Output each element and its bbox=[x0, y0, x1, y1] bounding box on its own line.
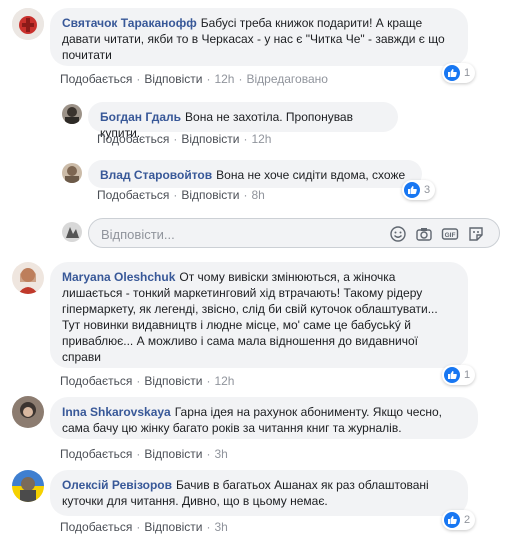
author-name[interactable]: Олексій Ревізоров bbox=[62, 478, 172, 492]
timestamp[interactable]: 3h bbox=[214, 520, 227, 534]
avatar[interactable] bbox=[12, 8, 44, 40]
comment-bubble: Maryana Oleshchuk От чому вивіски змінюют… bbox=[50, 262, 468, 368]
like-icon bbox=[444, 512, 460, 528]
avatar-image bbox=[62, 163, 82, 183]
edited-label[interactable]: Відредаговано bbox=[246, 72, 327, 86]
reaction-count[interactable]: 2 bbox=[442, 510, 476, 530]
reaction-number: 2 bbox=[464, 514, 471, 526]
avatar-image bbox=[12, 396, 44, 428]
timestamp[interactable]: 12h bbox=[214, 72, 234, 86]
timestamp[interactable]: 8h bbox=[251, 188, 264, 202]
like-link[interactable]: Подобається bbox=[97, 188, 169, 202]
reaction-count[interactable]: 1 bbox=[442, 365, 476, 385]
like-link[interactable]: Подобається bbox=[60, 374, 132, 388]
author-name[interactable]: Maryana Oleshchuk bbox=[62, 270, 175, 284]
avatar[interactable] bbox=[12, 262, 44, 294]
timestamp[interactable]: 12h bbox=[214, 374, 234, 388]
comment-bubble: Святачок Тараканофф Бабусі треба книжок п… bbox=[50, 8, 468, 66]
avatar-image bbox=[12, 8, 44, 40]
like-link[interactable]: Подобається bbox=[60, 72, 132, 86]
avatar-image bbox=[62, 104, 82, 124]
comment-actions: Подобається · Відповісти · 12h bbox=[60, 374, 235, 388]
author-name[interactable]: Влад Старовойтов bbox=[100, 168, 212, 182]
comment-actions: Подобається · Відповісти · 3h bbox=[60, 520, 228, 534]
timestamp[interactable]: 12h bbox=[251, 132, 271, 146]
comment-bubble: Влад Старовойтов Вона не хоче сидіти вдом… bbox=[88, 160, 422, 188]
reaction-number: 1 bbox=[464, 369, 471, 381]
like-icon bbox=[444, 65, 460, 81]
reply-link[interactable]: Відповісти bbox=[144, 520, 202, 534]
emoji-icon[interactable] bbox=[389, 225, 407, 243]
reaction-count[interactable]: 1 bbox=[442, 63, 476, 83]
reply-link[interactable]: Відповісти bbox=[144, 374, 202, 388]
comment-text: От чому вивіски змінюються, а жіночка ли… bbox=[62, 270, 438, 364]
like-link[interactable]: Подобається bbox=[60, 447, 132, 461]
like-link[interactable]: Подобається bbox=[60, 520, 132, 534]
reaction-count[interactable]: 3 bbox=[402, 180, 436, 200]
reply-box: GIF bbox=[88, 218, 500, 248]
timestamp[interactable]: 3h bbox=[214, 447, 227, 461]
avatar[interactable] bbox=[62, 163, 82, 183]
reaction-number: 1 bbox=[464, 67, 471, 79]
like-icon bbox=[404, 182, 420, 198]
comment-actions: Подобається · Відповісти · 12h bbox=[97, 132, 272, 146]
reply-link[interactable]: Відповісти bbox=[144, 447, 202, 461]
comment-actions: Подобається · Відповісти · 12h · Відредаговано bbox=[60, 72, 328, 86]
reaction-number: 3 bbox=[424, 184, 431, 196]
sticker-icon[interactable] bbox=[467, 225, 485, 243]
avatar-image bbox=[12, 470, 44, 502]
gif-icon[interactable]: GIF bbox=[441, 225, 459, 243]
like-link[interactable]: Подобається bbox=[97, 132, 169, 146]
avatar-image bbox=[62, 222, 82, 242]
comment-bubble: Олексій Ревізоров Бачив в багатьох Ашанах… bbox=[50, 470, 468, 516]
reply-input[interactable] bbox=[99, 224, 383, 244]
like-icon bbox=[444, 367, 460, 383]
reply-link[interactable]: Відповісти bbox=[181, 188, 239, 202]
avatar[interactable] bbox=[12, 470, 44, 502]
author-name[interactable]: Святачок Тараканофф bbox=[62, 16, 197, 30]
comment-bubble: Inna Shkarovskaya Гарна ідея на рахунок а… bbox=[50, 397, 478, 439]
reply-link[interactable]: Відповісти bbox=[144, 72, 202, 86]
avatar-image bbox=[12, 262, 44, 294]
comment-bubble: Богдан Гдаль Вона не захотіла. Пропонував… bbox=[88, 102, 398, 140]
comment-actions: Подобається · Відповісти · 8h bbox=[97, 188, 265, 202]
avatar[interactable] bbox=[62, 104, 82, 124]
avatar[interactable] bbox=[12, 396, 44, 428]
author-name[interactable]: Богдан Гдаль bbox=[100, 110, 181, 124]
comment-text: Вона не хоче сидіти вдома, схоже bbox=[216, 168, 406, 182]
svg-text:GIF: GIF bbox=[445, 232, 456, 239]
reply-link[interactable]: Відповісти bbox=[181, 132, 239, 146]
current-user-avatar bbox=[62, 222, 82, 242]
camera-icon[interactable] bbox=[415, 225, 433, 243]
author-name[interactable]: Inna Shkarovskaya bbox=[62, 405, 171, 419]
comment-actions: Подобається · Відповісти · 3h bbox=[60, 447, 228, 461]
